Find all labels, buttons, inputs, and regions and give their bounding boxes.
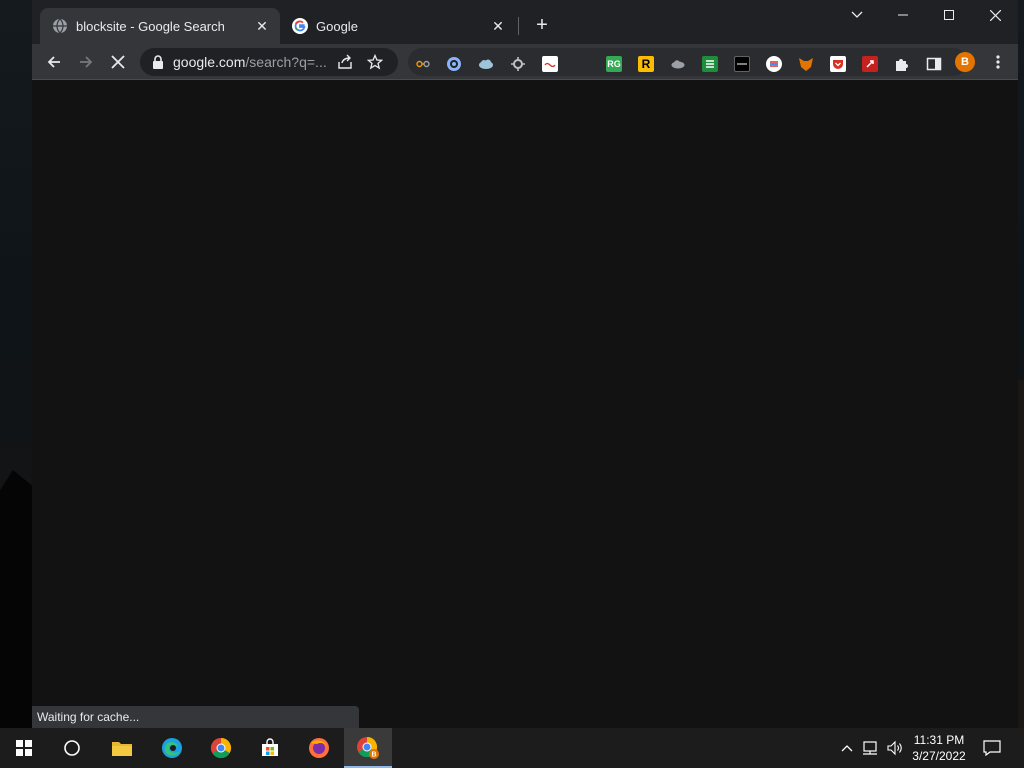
star-icon[interactable] xyxy=(363,50,387,74)
url-path: /search?q=... xyxy=(245,54,327,70)
tab-strip: blocksite - Google Search ✕ Google ✕ + xyxy=(32,0,1018,44)
more-menu-button[interactable] xyxy=(988,52,1008,72)
puzzle-icon[interactable] xyxy=(894,56,910,72)
windows-start-icon[interactable] xyxy=(0,728,48,768)
address-bar[interactable]: google.com/search?q=... xyxy=(140,48,398,76)
clock-date: 3/27/2022 xyxy=(912,749,966,763)
fox-ext-icon[interactable] xyxy=(798,56,814,72)
stop-loading-button[interactable] xyxy=(104,48,132,76)
vertical-dots-icon xyxy=(996,55,1000,69)
side-panel-icon[interactable] xyxy=(926,56,942,72)
arrow-right-icon xyxy=(80,56,93,68)
chrome-profile-icon[interactable]: B xyxy=(344,728,392,768)
close-icon[interactable]: ✕ xyxy=(252,16,272,36)
svg-text:B: B xyxy=(371,752,376,759)
cloud-ext-icon[interactable] xyxy=(478,56,494,72)
dark-ext-icon[interactable] xyxy=(734,56,750,72)
notification-icon[interactable] xyxy=(978,728,1006,768)
link-ext-icon[interactable] xyxy=(415,56,431,72)
search-circle-icon[interactable] xyxy=(48,728,96,768)
lock-icon xyxy=(153,55,163,69)
close-icon xyxy=(989,9,1001,21)
wallpaper-edge xyxy=(1018,380,1024,728)
globe-icon xyxy=(52,18,68,34)
tab-divider xyxy=(518,17,519,35)
volume-icon[interactable] xyxy=(884,728,906,768)
network-icon[interactable] xyxy=(860,728,882,768)
windows-taskbar: B 11:31 PM 3/27/2022 xyxy=(0,728,1024,768)
page-content xyxy=(32,81,1018,728)
share-icon[interactable] xyxy=(333,50,357,74)
wallpaper-silhouette xyxy=(0,470,32,728)
chevron-up-icon[interactable] xyxy=(838,728,856,768)
store-icon[interactable] xyxy=(246,728,294,768)
extensions-bar: RG R xyxy=(408,48,968,76)
swirl-ext-icon[interactable] xyxy=(766,56,782,72)
edge-icon[interactable] xyxy=(148,728,196,768)
minimize-icon xyxy=(898,14,908,16)
cloud2-ext-icon[interactable] xyxy=(670,56,686,72)
firefox-icon[interactable] xyxy=(295,728,343,768)
google-g-icon xyxy=(292,18,308,34)
profile-avatar[interactable]: B xyxy=(955,52,975,72)
system-clock[interactable]: 11:31 PM 3/27/2022 xyxy=(906,732,972,764)
tab-blocksite-search[interactable]: blocksite - Google Search ✕ xyxy=(40,8,280,44)
tab-title: blocksite - Google Search xyxy=(76,18,225,34)
rg-ext-icon[interactable]: RG xyxy=(606,56,622,72)
tab-google[interactable]: Google ✕ xyxy=(280,8,516,44)
maximize-button[interactable] xyxy=(926,0,972,30)
status-bubble: Waiting for cache... xyxy=(32,706,359,728)
arrow-left-icon xyxy=(47,56,60,68)
clock-time: 11:31 PM xyxy=(913,733,965,747)
tab-search-button[interactable] xyxy=(834,0,880,30)
back-button[interactable] xyxy=(40,48,68,76)
gear-ext-icon[interactable] xyxy=(510,56,526,72)
forward-button[interactable] xyxy=(72,48,100,76)
r-ext-icon[interactable]: R xyxy=(638,56,654,72)
chrome-icon[interactable] xyxy=(197,728,245,768)
red-ext-icon[interactable] xyxy=(862,56,878,72)
new-tab-button[interactable]: + xyxy=(530,14,554,38)
close-icon[interactable]: ✕ xyxy=(488,16,508,36)
url-host: google.com xyxy=(173,54,246,70)
file-explorer-icon[interactable] xyxy=(98,728,146,768)
list-ext-icon[interactable] xyxy=(702,56,718,72)
card-ext-icon[interactable] xyxy=(542,56,558,72)
pocket-ext-icon[interactable] xyxy=(830,56,846,72)
url-text: google.com/search?q=... xyxy=(173,54,327,70)
maximize-icon xyxy=(944,10,954,20)
stop-x-icon xyxy=(111,55,125,69)
browser-toolbar: google.com/search?q=... RG R B xyxy=(32,44,1018,80)
shield-ext-icon[interactable] xyxy=(446,56,462,72)
tab-title: Google xyxy=(316,18,358,34)
browser-window: blocksite - Google Search ✕ Google ✕ + g… xyxy=(32,0,1018,728)
chevron-down-icon xyxy=(851,11,863,18)
close-window-button[interactable] xyxy=(972,0,1018,30)
minimize-button[interactable] xyxy=(880,0,926,30)
